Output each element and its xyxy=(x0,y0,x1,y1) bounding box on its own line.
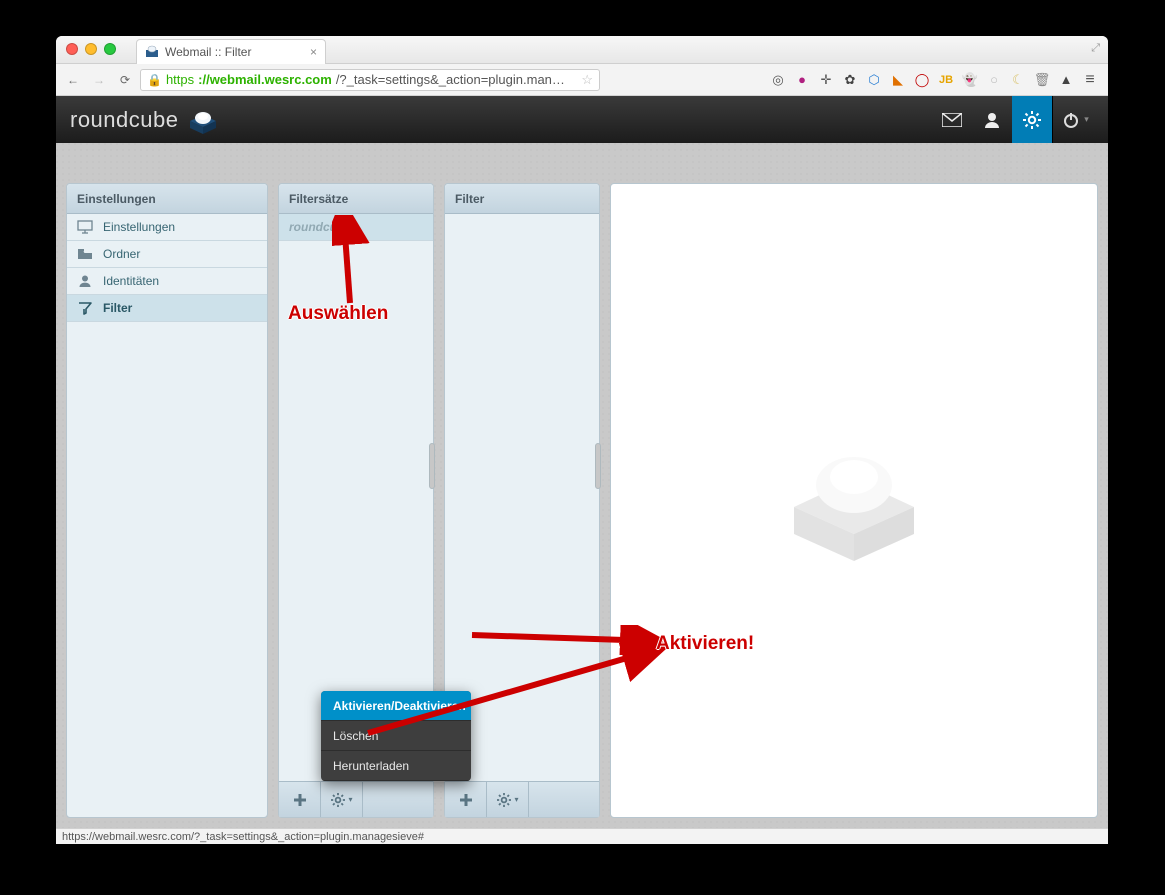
person-icon xyxy=(77,273,93,289)
filter-icon xyxy=(77,300,93,316)
popup-item-delete[interactable]: Löschen xyxy=(321,721,471,751)
sidebar-item-label: Ordner xyxy=(103,247,140,261)
ext-icon-11[interactable]: ☾ xyxy=(1010,72,1026,88)
ext-icon-8[interactable]: JB xyxy=(938,72,954,88)
titlebar: Webmail :: Filter × ⤢ xyxy=(56,36,1108,64)
sidebar-item-label: Filter xyxy=(103,301,132,315)
sidebar-item-preferences[interactable]: Einstellungen xyxy=(67,214,267,241)
ext-icon-6[interactable]: ◣ xyxy=(890,72,906,88)
tab-close-button[interactable]: × xyxy=(310,45,317,59)
filterset-popup-menu: Aktivieren/Deaktivieren Löschen Herunter… xyxy=(321,691,471,781)
nav-settings-button[interactable] xyxy=(1012,96,1052,143)
favicon-icon xyxy=(145,44,159,61)
filtersets-title: Filtersätze xyxy=(279,184,433,214)
sidebar-title: Einstellungen xyxy=(67,184,267,214)
ext-icon-5[interactable]: ⬡ xyxy=(866,72,882,88)
status-text: https://webmail.wesrc.com/?_task=setting… xyxy=(62,831,424,843)
filters-title: Filter xyxy=(445,184,599,214)
status-bar: https://webmail.wesrc.com/?_task=setting… xyxy=(56,828,1108,844)
ext-icon-3[interactable]: ✛ xyxy=(818,72,834,88)
url-path: /?_task=settings&_action=plugin.man… xyxy=(336,72,565,87)
forward-button[interactable]: → xyxy=(88,69,110,91)
sidebar-item-identities[interactable]: Identitäten xyxy=(67,268,267,295)
tab-title: Webmail :: Filter xyxy=(165,45,251,59)
add-filterset-button[interactable] xyxy=(279,782,321,817)
menu-button[interactable]: ≡ xyxy=(1082,72,1098,88)
filterset-label: roundcube xyxy=(289,220,351,234)
splitter-handle[interactable] xyxy=(429,443,435,489)
add-filter-button[interactable] xyxy=(445,782,487,817)
filterset-item[interactable]: roundcube xyxy=(279,214,433,241)
ext-icon-10[interactable]: ○ xyxy=(986,72,1002,88)
popup-item-label: Löschen xyxy=(333,729,378,743)
nav-mail-button[interactable] xyxy=(932,96,972,143)
url-host: ://webmail.wesrc.com xyxy=(198,72,332,87)
logo-icon xyxy=(186,107,216,132)
window-minimize-button[interactable] xyxy=(85,43,97,55)
window-zoom-button[interactable] xyxy=(104,43,116,55)
popup-item-label: Aktivieren/Deaktivieren xyxy=(333,699,466,713)
reload-button[interactable]: ⟳ xyxy=(114,69,136,91)
app-body: Einstellungen Einstellungen Ordner Ident… xyxy=(56,143,1108,828)
ext-icon-4[interactable]: ✿ xyxy=(842,72,858,88)
filterset-actions-button[interactable]: ▾ xyxy=(321,782,363,817)
content-pane xyxy=(610,183,1098,818)
window-close-button[interactable] xyxy=(66,43,78,55)
ext-icon-12[interactable]: 🗑 xyxy=(1034,72,1050,88)
folder-icon xyxy=(77,246,93,262)
logo-text: roundcube xyxy=(70,107,178,133)
app-logo[interactable]: roundcube xyxy=(70,107,216,133)
extension-bar: ◎ ● ✛ ✿ ⬡ ◣ ◯ JB 👻 ○ ☾ 🗑 ▲ ≡ xyxy=(770,72,1102,88)
watermark-icon xyxy=(774,429,934,572)
sidebar-item-folders[interactable]: Ordner xyxy=(67,241,267,268)
address-bar[interactable]: 🔒 https ://webmail.wesrc.com /?_task=set… xyxy=(140,69,600,91)
filter-actions-button[interactable]: ▾ xyxy=(487,782,529,817)
back-button[interactable]: ← xyxy=(62,69,84,91)
sidebar-item-label: Identitäten xyxy=(103,274,159,288)
sidebar-item-label: Einstellungen xyxy=(103,220,175,234)
ext-icon-2[interactable]: ● xyxy=(794,72,810,88)
browser-window: Webmail :: Filter × ⤢ ← → ⟳ 🔒 https ://w… xyxy=(56,36,1108,844)
bookmark-star-icon[interactable]: ☆ xyxy=(581,72,593,88)
ext-icon-1[interactable]: ◎ xyxy=(770,72,786,88)
popup-item-download[interactable]: Herunterladen xyxy=(321,751,471,781)
popup-item-label: Herunterladen xyxy=(333,759,409,773)
url-scheme: https xyxy=(166,72,194,87)
nav-contacts-button[interactable] xyxy=(972,96,1012,143)
sidebar-item-filter[interactable]: Filter xyxy=(67,295,267,322)
popup-item-toggle[interactable]: Aktivieren/Deaktivieren xyxy=(321,691,471,721)
fullscreen-icon[interactable]: ⤢ xyxy=(1091,42,1100,55)
ext-icon-7[interactable]: ◯ xyxy=(914,72,930,88)
settings-sidebar: Einstellungen Einstellungen Ordner Ident… xyxy=(66,183,268,818)
browser-tab[interactable]: Webmail :: Filter × xyxy=(136,39,326,64)
monitor-icon xyxy=(77,219,93,235)
ext-icon-9[interactable]: 👻 xyxy=(962,72,978,88)
toolbar: ← → ⟳ 🔒 https ://webmail.wesrc.com /?_ta… xyxy=(56,64,1108,96)
app-header: roundcube xyxy=(56,96,1108,143)
splitter-handle-2[interactable] xyxy=(595,443,601,489)
lock-icon: 🔒 xyxy=(147,73,162,87)
ext-icon-13[interactable]: ▲ xyxy=(1058,72,1074,88)
nav-logout-button[interactable]: ▾ xyxy=(1052,96,1098,143)
